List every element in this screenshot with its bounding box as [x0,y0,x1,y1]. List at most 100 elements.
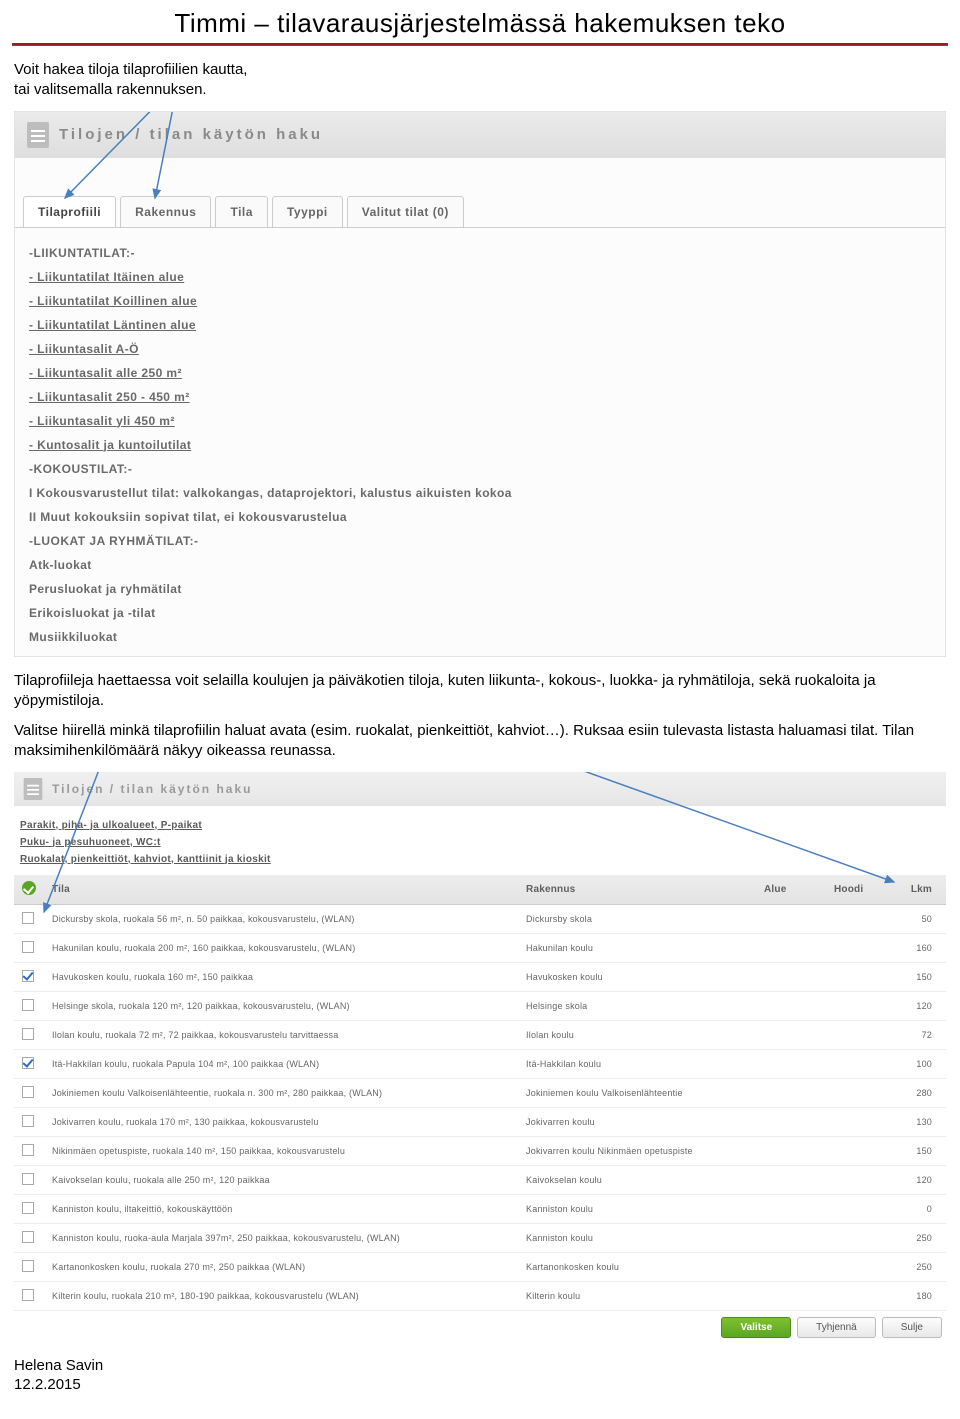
table-row[interactable]: Havukosken koulu, ruokala 160 m², 150 pa… [14,962,946,991]
cell-tila: Itä-Hakkilan koulu, ruokala Papula 104 m… [44,1049,518,1078]
profile-sublinks: Parakit, piha- ja ulkoalueet, P-paikat P… [14,806,946,875]
row-checkbox[interactable] [22,1289,34,1301]
table-row[interactable]: Kanniston koulu, ruoka-aula Marjala 397m… [14,1223,946,1252]
cell-alue [756,1281,826,1310]
cell-alue [756,1136,826,1165]
cell-alue [756,1078,826,1107]
cell-lkm: 50 [896,904,946,933]
sublink-pukuhuoneet[interactable]: Puku- ja pesuhuoneet, WC:t [20,837,940,848]
profile-link[interactable]: Musiikkiluokat [29,630,931,644]
cell-lkm: 120 [896,1165,946,1194]
tab-valitut-tilat[interactable]: Valitut tilat (0) [347,196,464,227]
table-row[interactable]: Ilolan koulu, ruokala 72 m², 72 paikkaa,… [14,1020,946,1049]
table-row[interactable]: Helsinge skola, ruokala 120 m², 120 paik… [14,991,946,1020]
col-rakennus[interactable]: Rakennus [518,875,756,905]
profile-link[interactable]: - Liikuntatilat Läntinen alue [29,318,931,332]
cell-rakennus: Kanniston koulu [518,1194,756,1223]
cell-tila: Kartanonkosken koulu, ruokala 270 m², 25… [44,1252,518,1281]
tyhjenna-button[interactable]: Tyhjennä [797,1317,876,1338]
cell-lkm: 250 [896,1223,946,1252]
col-tila[interactable]: Tila [44,875,518,905]
document-title: Timmi – tilavarausjärjestelmässä hakemuk… [0,0,960,43]
row-checkbox[interactable] [22,1260,34,1272]
col-hoodi[interactable]: Hoodi [826,875,896,905]
button-row: Valitse Tyhjennä Sulje [14,1311,946,1340]
cell-lkm: 130 [896,1107,946,1136]
table-row[interactable]: Nikinmäen opetuspiste, ruokala 140 m², 1… [14,1136,946,1165]
table-row[interactable]: Jokivarren koulu, ruokala 170 m², 130 pa… [14,1107,946,1136]
cell-alue [756,904,826,933]
document-icon [27,122,49,148]
profile-link[interactable]: - Liikuntasalit A-Ö [29,342,931,356]
cell-alue [756,1049,826,1078]
cell-rakennus: Ilolan koulu [518,1020,756,1049]
cell-tila: Nikinmäen opetuspiste, ruokala 140 m², 1… [44,1136,518,1165]
table-row[interactable]: Hakunilan koulu, ruokala 200 m², 160 pai… [14,933,946,962]
cell-hoodi [826,991,896,1020]
cell-rakennus: Havukosken koulu [518,962,756,991]
row-checkbox[interactable] [22,941,34,953]
cell-lkm: 120 [896,991,946,1020]
cell-hoodi [826,933,896,962]
screenshot-search-panel: Tilojen / tilan käytön haku Tilaprofiili… [14,111,946,657]
profile-link[interactable]: - Liikuntatilat Itäinen alue [29,270,931,284]
tab-tilaprofiili[interactable]: Tilaprofiili [23,196,116,227]
profile-link[interactable]: - Liikuntasalit yli 450 m² [29,414,931,428]
paragraph-3: Valitse hiirellä minkä tilaprofiilin hal… [0,717,960,768]
check-all-icon[interactable] [22,881,36,895]
sublink-ruokalat[interactable]: Ruokalat, pienkeittiöt, kahviot, kanttii… [20,854,940,865]
sulje-button[interactable]: Sulje [882,1317,942,1338]
cell-rakennus: Kanniston koulu [518,1223,756,1252]
cell-tila: Kanniston koulu, ruoka-aula Marjala 397m… [44,1223,518,1252]
cell-hoodi [826,1020,896,1049]
paragraph-2: Tilaprofiileja haettaessa voit selailla … [0,667,960,718]
table-row[interactable]: Dickursby skola, ruokala 56 m², n. 50 pa… [14,904,946,933]
cell-rakennus: Jokiniemen koulu Valkoisenlähteentie [518,1078,756,1107]
profile-link[interactable]: - Liikuntasalit 250 - 450 m² [29,390,931,404]
profile-link[interactable]: - Liikuntatilat Koillinen alue [29,294,931,308]
row-checkbox[interactable] [22,1173,34,1185]
footer-date: 12.2.2015 [14,1376,81,1393]
row-checkbox[interactable] [22,999,34,1011]
title-rule [12,43,948,46]
profile-link[interactable]: - Liikuntasalit alle 250 m² [29,366,931,380]
valitse-button[interactable]: Valitse [721,1317,791,1338]
row-checkbox[interactable] [22,1115,34,1127]
panel-header: Tilojen / tilan käytön haku [15,112,945,158]
footer: Helena Savin 12.2.2015 [0,1348,960,1399]
table-row[interactable]: Kaivokselan koulu, ruokala alle 250 m², … [14,1165,946,1194]
table-row[interactable]: Kanniston koulu, iltakeittiö, kokouskäyt… [14,1194,946,1223]
cell-rakennus: Itä-Hakkilan koulu [518,1049,756,1078]
table-row[interactable]: Kilterin koulu, ruokala 210 m², 180-190 … [14,1281,946,1310]
profile-link[interactable]: Atk-luokat [29,558,931,572]
table-row[interactable]: Jokiniemen koulu Valkoisenlähteentie, ru… [14,1078,946,1107]
table-row[interactable]: Itä-Hakkilan koulu, ruokala Papula 104 m… [14,1049,946,1078]
tab-rakennus[interactable]: Rakennus [120,196,211,227]
col-lkm[interactable]: Lkm [896,875,946,905]
tab-tila[interactable]: Tila [215,196,267,227]
cell-hoodi [826,1165,896,1194]
row-checkbox[interactable] [22,1202,34,1214]
sublink-parakit[interactable]: Parakit, piha- ja ulkoalueet, P-paikat [20,820,940,831]
cell-hoodi [826,1136,896,1165]
cell-tila: Jokivarren koulu, ruokala 170 m², 130 pa… [44,1107,518,1136]
profile-link[interactable]: - Kuntosalit ja kuntoilutilat [29,438,931,452]
row-checkbox[interactable] [22,912,34,924]
row-checkbox[interactable] [22,970,34,982]
profile-text: Perusluokat ja ryhmätilat [29,582,931,596]
row-checkbox[interactable] [22,1231,34,1243]
cell-alue [756,1194,826,1223]
cell-rakennus: Hakunilan koulu [518,933,756,962]
tab-tyyppi[interactable]: Tyyppi [272,196,343,227]
col-alue[interactable]: Alue [756,875,826,905]
col-select[interactable] [14,875,44,905]
row-checkbox[interactable] [22,1057,34,1069]
cell-alue [756,1252,826,1281]
panel2-header: Tilojen / tilan käytön haku [14,772,946,806]
row-checkbox[interactable] [22,1028,34,1040]
list-group-header: -KOKOUSTILAT:- [29,462,931,476]
row-checkbox[interactable] [22,1144,34,1156]
table-row[interactable]: Kartanonkosken koulu, ruokala 270 m², 25… [14,1252,946,1281]
cell-rakennus: Dickursby skola [518,904,756,933]
row-checkbox[interactable] [22,1086,34,1098]
